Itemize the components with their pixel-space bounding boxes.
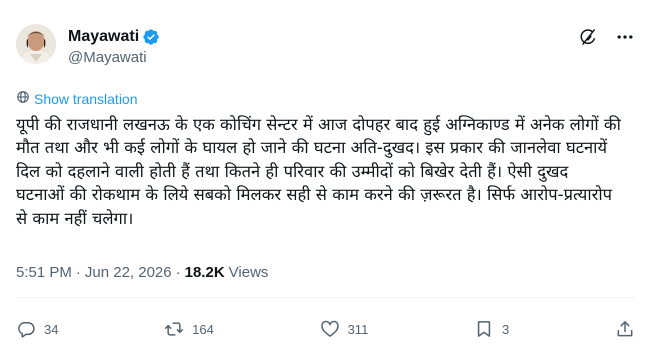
bookmark-count: 3 [502, 321, 510, 337]
reply-count: 34 [44, 321, 59, 337]
like-icon [320, 319, 340, 339]
tweet-time[interactable]: 5:51 PM [16, 264, 72, 281]
show-translation-link[interactable]: Show translation [16, 90, 138, 107]
views-count: 18.2K [184, 264, 225, 281]
author-name-row: Mayawati [68, 27, 160, 46]
repost-count: 164 [192, 321, 214, 337]
translate-icon [16, 90, 34, 107]
like-count: 311 [347, 321, 369, 337]
views-label: Views [228, 264, 269, 281]
avatar-image [16, 24, 56, 64]
verified-badge-icon [142, 28, 160, 46]
like-button[interactable]: 311 [320, 319, 369, 339]
tweet-meta: 5:51 PM · Jun 22, 2026 · 18.2K Views [16, 264, 268, 281]
repost-button[interactable]: 164 [164, 319, 214, 339]
repost-icon [164, 319, 184, 339]
bookmark-icon [474, 319, 494, 339]
tweet-date[interactable]: Jun 22, 2026 [85, 264, 172, 281]
meta-separator: · [175, 264, 181, 281]
avatar[interactable] [16, 24, 56, 64]
divider [16, 297, 635, 298]
grok-icon[interactable] [578, 27, 598, 47]
more-icon[interactable] [615, 27, 635, 47]
share-icon [615, 319, 635, 339]
tweet-header-actions [578, 27, 635, 47]
action-bar: 34 164 311 3 [16, 318, 635, 340]
meta-separator: · [75, 264, 81, 281]
bookmark-button[interactable]: 3 [474, 319, 509, 339]
author-name[interactable]: Mayawati [68, 27, 139, 46]
tweet: Mayawati @Mayawati Show translation यूपी… [0, 0, 651, 356]
share-button[interactable] [615, 319, 635, 339]
reply-button[interactable]: 34 [16, 319, 58, 339]
tweet-text: यूपी की राजधानी लखनऊ के एक कोचिंग सेन्टर… [16, 115, 621, 228]
show-translation-label: Show translation [34, 90, 138, 107]
reply-icon [16, 319, 36, 339]
author-handle[interactable]: @Mayawati [68, 49, 147, 66]
